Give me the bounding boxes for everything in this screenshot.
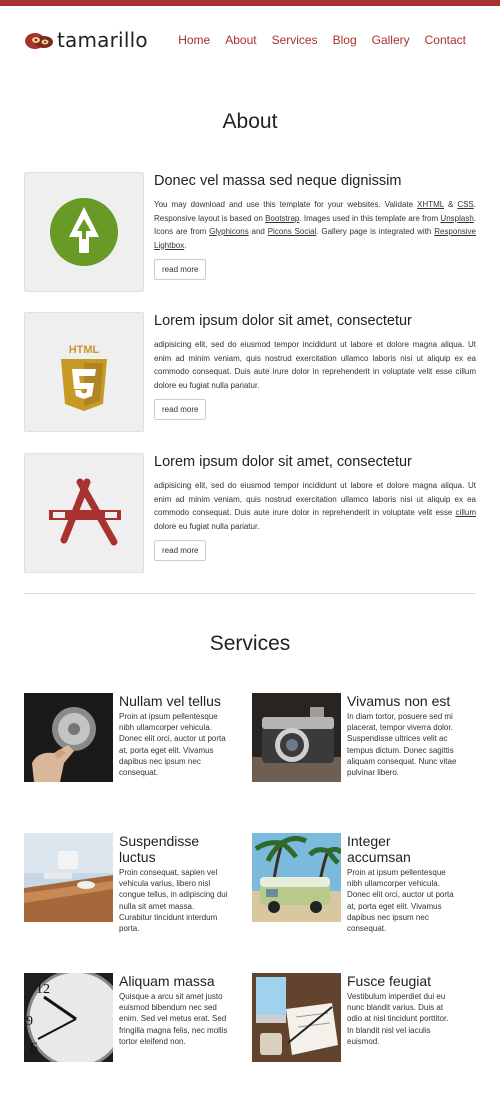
section-divider <box>24 593 476 594</box>
text-span: & <box>443 200 458 209</box>
glyphicons-link[interactable]: Glyphicons <box>209 227 249 236</box>
about-item-text: adipisicing elit, sed do eiusmod tempor … <box>154 479 476 533</box>
service-text: Proin at ipsum pellentesque nibh ullamco… <box>347 868 454 934</box>
workspace-image <box>252 973 341 1062</box>
svg-text:9: 9 <box>26 1014 33 1029</box>
nav-contact[interactable]: Contact <box>425 33 466 47</box>
about-item: Lorem ipsum dolor sit amet, consectetur … <box>24 453 476 573</box>
clock-image: 12 6 9 <box>24 973 113 1062</box>
about-body: Donec vel massa sed neque dignissim You … <box>154 172 476 280</box>
read-more-button[interactable]: read more <box>154 399 207 420</box>
bootstrap-link[interactable]: Bootstrap <box>265 214 299 223</box>
cillum-link[interactable]: cillum <box>456 508 476 517</box>
site-header: tamarillo Home About Services Blog Galle… <box>0 6 500 66</box>
nav-services[interactable]: Services <box>272 33 318 47</box>
svg-text:HTML: HTML <box>69 344 100 356</box>
about-heading: About <box>222 110 278 133</box>
tree-icon <box>50 198 118 266</box>
text-span: dolore eu fugiat nulla pariatur. <box>154 521 260 531</box>
about-item-title: Donec vel massa sed neque dignissim <box>154 173 402 189</box>
about-body: Lorem ipsum dolor sit amet, consectetur … <box>154 312 476 420</box>
about-item-text: You may download and use this template f… <box>154 198 476 252</box>
camera-image <box>252 693 341 782</box>
text-span: and <box>248 227 268 236</box>
service-item: Integer accumsan Proin at ipsum pellente… <box>252 833 472 933</box>
html5-icon: HTML <box>61 344 107 411</box>
service-title: Vivamus non est <box>347 693 451 709</box>
service-item: Fusce feugiat Vestibulum imperdiet dui e… <box>252 973 472 1073</box>
logo-text: tamarillo <box>57 28 148 52</box>
read-more-button[interactable]: read more <box>154 259 207 280</box>
service-body: Aliquam massa Quisque a arcu sit amet ju… <box>119 973 229 1047</box>
svg-text:6: 6 <box>30 1040 38 1057</box>
service-text: Vestibulum imperdiet dui eu nunc blandit… <box>347 992 449 1046</box>
service-item: Nullam vel tellus Proin at ipsum pellent… <box>24 693 244 793</box>
about-item: HTML Lorem ipsum dolor sit amet, consect… <box>24 312 476 432</box>
about-item-text: adipisicing elit, sed do eiusmod tempor … <box>154 340 476 390</box>
css-link[interactable]: CSS <box>457 200 473 209</box>
service-body: Suspendisse luctus Proin consequat, sapi… <box>119 833 229 934</box>
service-title: Suspendisse luctus <box>119 833 200 865</box>
text-span: . <box>184 240 187 250</box>
text-span: adipisicing elit, sed do eiusmod tempor … <box>154 481 476 517</box>
service-item: 12 6 9 Aliquam massa Quisque a arcu sit … <box>24 973 244 1073</box>
services-heading: Services <box>209 632 291 655</box>
service-item: Suspendisse luctus Proin consequat, sapi… <box>24 833 244 933</box>
xhtml-link[interactable]: XHTML <box>417 200 444 209</box>
about-body: Lorem ipsum dolor sit amet, consectetur … <box>154 453 476 561</box>
nav-blog[interactable]: Blog <box>333 33 357 47</box>
desk-cup-image <box>24 833 113 922</box>
read-more-button[interactable]: read more <box>154 540 207 561</box>
site-logo[interactable]: tamarillo <box>24 28 148 52</box>
service-body: Nullam vel tellus Proin at ipsum pellent… <box>119 693 229 778</box>
nav-home[interactable]: Home <box>178 33 210 47</box>
about-thumbnail <box>24 172 144 292</box>
nav-gallery[interactable]: Gallery <box>372 33 410 47</box>
about-thumbnail <box>24 453 144 573</box>
service-body: Vivamus non est In diam tortor, posuere … <box>347 693 457 778</box>
text-span: . Images used in this template are from <box>299 213 441 223</box>
tamarillo-logo-icon <box>24 29 54 51</box>
service-title: Nullam vel tellus <box>119 693 221 709</box>
service-title: Aliquam massa <box>119 973 215 989</box>
text-span: . Gallery page is integrated with <box>316 227 435 236</box>
service-item: Vivamus non est In diam tortor, posuere … <box>252 693 472 793</box>
van-beach-image <box>252 833 341 922</box>
service-body: Fusce feugiat Vestibulum imperdiet dui e… <box>347 973 457 1047</box>
text-span: You may download and use this template f… <box>154 200 418 209</box>
about-thumbnail: HTML <box>24 312 144 432</box>
about-item-title: Lorem ipsum dolor sit amet, consectetur <box>154 313 412 329</box>
dandelion-image <box>24 693 113 782</box>
about-item: Donec vel massa sed neque dignissim You … <box>24 172 476 292</box>
main-nav: Home About Services Blog Gallery Contact <box>163 33 466 47</box>
service-title: Integer accumsan <box>347 833 411 865</box>
about-item-title: Lorem ipsum dolor sit amet, consectetur <box>154 454 412 470</box>
service-text: Proin at ipsum pellentesque nibh ullamco… <box>119 712 226 778</box>
app-store-icon <box>49 478 121 546</box>
service-text: In diam tortor, posuere sed mi placerat,… <box>347 712 457 778</box>
service-body: Integer accumsan Proin at ipsum pellente… <box>347 833 457 934</box>
svg-text:12: 12 <box>36 982 50 997</box>
service-text: Proin consequat, sapien vel vehicula var… <box>119 868 228 934</box>
nav-about[interactable]: About <box>225 33 256 47</box>
service-text: Quisque a arcu sit amet justo euismod bi… <box>119 992 228 1046</box>
service-title: Fusce feugiat <box>347 973 432 989</box>
unsplash-link[interactable]: Unsplash <box>440 214 473 223</box>
picons-link[interactable]: Picons Social <box>268 227 317 236</box>
